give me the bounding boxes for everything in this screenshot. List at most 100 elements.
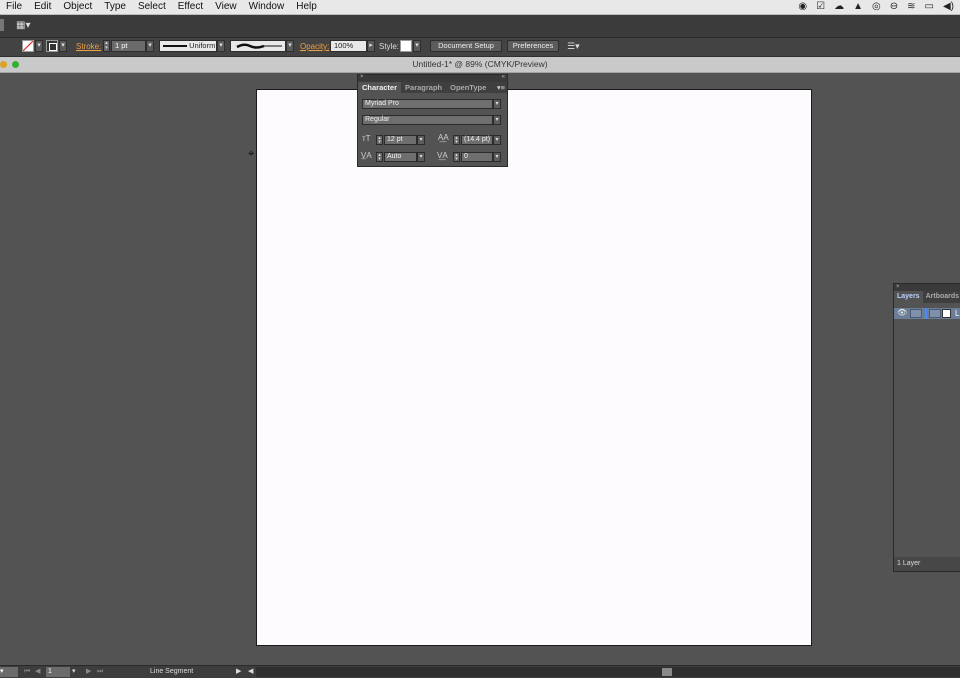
- layer-color-bar: [925, 308, 927, 319]
- brush-dropdown-icon[interactable]: ▾: [286, 40, 294, 52]
- wifi-icon[interactable]: ≋: [907, 0, 915, 14]
- font-style-dropdown-icon[interactable]: ▾: [493, 115, 501, 125]
- stroke-weight-stepper[interactable]: ▴ ▾: [103, 40, 110, 52]
- font-family-dropdown-icon[interactable]: ▾: [493, 99, 501, 109]
- fill-dropdown-icon[interactable]: ▾: [35, 40, 43, 52]
- layer-expand-toggle[interactable]: [929, 309, 941, 318]
- document-title: Untitled-1* @ 89% (CMYK/Preview): [412, 59, 548, 69]
- kerning-dropdown-icon[interactable]: ▾: [417, 152, 425, 162]
- current-tool-status: Line Segment: [150, 668, 194, 675]
- menu-help[interactable]: Help: [296, 0, 317, 14]
- stroke-weight-dropdown-icon[interactable]: ▾: [146, 40, 154, 52]
- graphic-style-swatch[interactable]: [400, 40, 412, 52]
- menu-view[interactable]: View: [215, 0, 237, 14]
- font-size-dropdown-icon[interactable]: ▾: [417, 135, 425, 145]
- application-bar: ▦▾: [0, 15, 960, 38]
- status-bar: ▾ ⏮ ◀ 1 ▾ ▶ ⏭ Line Segment ▶ ◀: [0, 665, 960, 678]
- volume-icon[interactable]: ◀): [943, 0, 954, 14]
- artboard-number-dropdown-icon[interactable]: ▾: [72, 667, 76, 677]
- artboard[interactable]: [256, 89, 812, 646]
- variable-width-profile[interactable]: Uniform: [159, 40, 217, 52]
- menu-file[interactable]: File: [6, 0, 22, 14]
- leading-field[interactable]: (14.4 pt): [461, 135, 493, 145]
- scrollbar-thumb[interactable]: [662, 668, 672, 676]
- last-artboard-icon[interactable]: ⏭: [97, 667, 103, 677]
- kerning-stepper[interactable]: ▴ ▾: [376, 152, 383, 162]
- fill-swatch[interactable]: [22, 40, 34, 52]
- menubar-status-icons: ◉ ☑ ☁ ▲ ◎ ⊖ ≋ ▭ ◀): [789, 0, 954, 14]
- document-title-bar: Untitled-1* @ 89% (CMYK/Preview): [0, 57, 960, 73]
- status-menu-icon[interactable]: ▶: [236, 667, 241, 677]
- profile-label: Uniform: [189, 41, 216, 50]
- minus-circle-icon[interactable]: ⊖: [890, 0, 898, 14]
- layers-panel-header[interactable]: ×: [894, 284, 960, 291]
- stroke-dropdown-icon[interactable]: ▾: [59, 40, 67, 52]
- arrange-documents-icon[interactable]: ▦▾: [16, 20, 36, 32]
- stroke-label[interactable]: Stroke:: [76, 40, 101, 53]
- tracking-field[interactable]: 0: [461, 152, 493, 162]
- visibility-eye-icon[interactable]: 👁︎: [897, 308, 907, 317]
- menu-type[interactable]: Type: [104, 0, 126, 14]
- tab-layers[interactable]: Layers: [894, 291, 923, 303]
- record-icon[interactable]: ◉: [798, 0, 807, 14]
- style-label: Style:: [379, 42, 400, 51]
- menu-object[interactable]: Object: [63, 0, 92, 14]
- panel-header[interactable]: × «: [358, 74, 507, 82]
- font-size-stepper[interactable]: ▴ ▾: [376, 135, 383, 145]
- first-artboard-icon[interactable]: ⏮: [24, 667, 30, 677]
- stroke-swatch[interactable]: [46, 40, 58, 52]
- tab-character[interactable]: Character: [358, 82, 402, 93]
- no-fill-icon: [22, 40, 34, 52]
- opacity-dropdown-icon[interactable]: ▸: [367, 40, 375, 52]
- close-icon[interactable]: ×: [360, 74, 364, 80]
- profile-dropdown-icon[interactable]: ▾: [217, 40, 225, 52]
- app-bar-edge: [0, 19, 4, 31]
- lock-toggle[interactable]: [910, 309, 922, 318]
- menu-select[interactable]: Select: [138, 0, 166, 14]
- tab-paragraph[interactable]: Paragraph: [401, 82, 446, 93]
- preferences-button[interactable]: Preferences: [507, 40, 559, 52]
- brush-definition[interactable]: [230, 40, 286, 52]
- airplay-icon[interactable]: ▭: [925, 0, 934, 14]
- font-size-field[interactable]: 12 pt: [384, 135, 417, 145]
- drive-icon[interactable]: ▲: [853, 0, 863, 14]
- font-style-field[interactable]: Regular: [362, 115, 493, 125]
- next-artboard-icon[interactable]: ▶: [86, 667, 91, 677]
- check-icon[interactable]: ☑: [816, 0, 825, 14]
- character-panel: × « Character Paragraph OpenType ▾≡ Myri…: [357, 74, 508, 167]
- panel-menu-icon[interactable]: ▾≡: [497, 82, 505, 93]
- menu-list: File Edit Object Type Select Effect View…: [6, 0, 329, 14]
- opacity-label[interactable]: Opacity:: [300, 40, 329, 53]
- tracking-icon: V͟A: [437, 151, 448, 160]
- control-bar-menu-icon[interactable]: ☰▾: [567, 40, 580, 53]
- stroke-weight-field[interactable]: 1 pt: [111, 40, 146, 52]
- chrome-icon[interactable]: ◎: [872, 0, 881, 14]
- document-setup-button[interactable]: Document Setup: [430, 40, 502, 52]
- opacity-field[interactable]: 100%: [330, 40, 367, 52]
- tab-opentype[interactable]: OpenType: [446, 82, 490, 93]
- horizontal-scrollbar[interactable]: [256, 667, 960, 677]
- layer-row[interactable]: 👁︎ L: [894, 308, 960, 319]
- profile-line-icon: [163, 45, 187, 48]
- panel-tabs: Character Paragraph OpenType ▾≡: [358, 82, 507, 93]
- menu-edit[interactable]: Edit: [34, 0, 51, 14]
- leading-dropdown-icon[interactable]: ▾: [493, 135, 501, 145]
- font-family-field[interactable]: Myriad Pro: [362, 99, 493, 109]
- zoom-dropdown[interactable]: ▾: [0, 667, 18, 677]
- previous-artboard-icon[interactable]: ◀: [35, 667, 40, 677]
- layers-panel: × Layers Artboards 👁︎ L 1 Layer: [893, 283, 960, 572]
- style-dropdown-icon[interactable]: ▾: [413, 40, 421, 52]
- layer-name[interactable]: L: [955, 308, 959, 319]
- menu-effect[interactable]: Effect: [178, 0, 203, 14]
- tab-artboards[interactable]: Artboards: [923, 291, 960, 303]
- collapse-icon[interactable]: «: [502, 74, 505, 80]
- scroll-left-icon[interactable]: ◀: [248, 667, 253, 677]
- tracking-stepper[interactable]: ▴ ▾: [453, 152, 460, 162]
- leading-stepper[interactable]: ▴ ▾: [453, 135, 460, 145]
- kerning-field[interactable]: Auto: [384, 152, 417, 162]
- layers-close-icon[interactable]: ×: [896, 284, 900, 290]
- artboard-number-field[interactable]: 1: [46, 667, 70, 677]
- cloud-icon[interactable]: ☁: [834, 0, 844, 14]
- menu-window[interactable]: Window: [249, 0, 285, 14]
- tracking-dropdown-icon[interactable]: ▾: [493, 152, 501, 162]
